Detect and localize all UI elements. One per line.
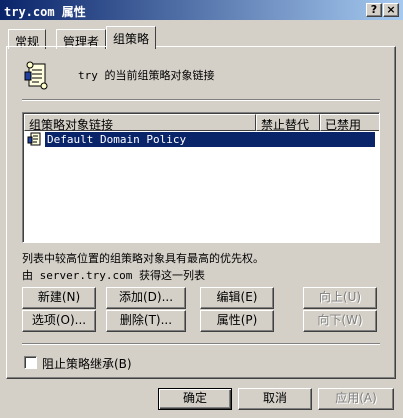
cancel-button[interactable]: 取消: [238, 388, 312, 410]
help-button[interactable]: ?: [366, 3, 382, 17]
add-button[interactable]: 添加(D)...: [106, 287, 186, 309]
move-down-button[interactable]: 向下(W): [303, 310, 377, 332]
move-up-button[interactable]: 向上(U): [303, 287, 377, 309]
options-button[interactable]: 选项(O)...: [22, 310, 96, 332]
column-header-gpo-link[interactable]: 组策略对象链接: [24, 114, 256, 132]
delete-button[interactable]: 删除(T)...: [106, 310, 186, 332]
close-button[interactable]: ×: [383, 3, 399, 17]
ok-button[interactable]: 确定: [158, 388, 232, 410]
table-row[interactable]: Default Domain Policy: [45, 132, 375, 147]
gpo-item-name: Default Domain Policy: [47, 133, 187, 146]
gpo-link-list[interactable]: 组策略对象链接 禁止替代 已禁用 Default Domain Policy: [22, 112, 380, 243]
properties-button[interactable]: 属性(P): [200, 310, 274, 332]
edit-button[interactable]: 编辑(E): [200, 287, 274, 309]
column-header-no-override[interactable]: 禁止替代: [256, 114, 320, 132]
tab-group-policy[interactable]: 组策略: [106, 26, 157, 49]
title-bar: try.com 属性 ? ×: [0, 0, 403, 20]
column-header-disabled[interactable]: 已禁用: [320, 114, 379, 132]
new-button[interactable]: 新建(N): [22, 287, 96, 309]
gpo-item-icon: [27, 131, 43, 150]
block-inheritance-checkbox[interactable]: [24, 356, 37, 369]
policy-scroll-icon: [24, 60, 52, 93]
window-title: try.com 属性: [4, 5, 86, 19]
apply-button[interactable]: 应用(A): [318, 388, 394, 410]
